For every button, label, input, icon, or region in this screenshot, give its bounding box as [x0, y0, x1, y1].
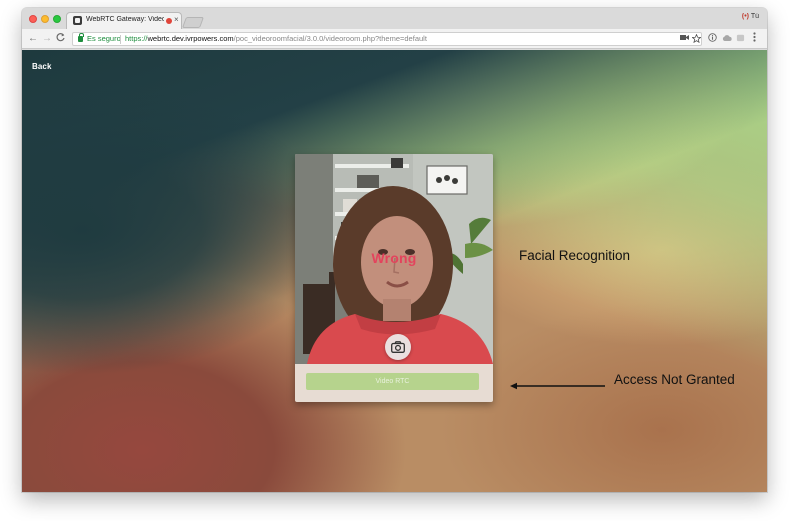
- camera-icon: [391, 341, 405, 353]
- tab-strip: WebRTC Gateway: Video Ro × (•) Tú: [22, 8, 767, 29]
- browser-tab[interactable]: WebRTC Gateway: Video Ro ×: [66, 12, 182, 29]
- profile-name: Tú: [750, 13, 759, 20]
- minimize-window-button[interactable]: [41, 15, 49, 23]
- url-scheme: https://: [125, 34, 148, 43]
- page-favicon-icon: [73, 16, 82, 25]
- tab-close-icon[interactable]: ×: [174, 15, 179, 25]
- profile-icon: (•): [741, 13, 749, 20]
- star-icon[interactable]: [691, 33, 702, 45]
- info-extension-icon[interactable]: [708, 32, 717, 46]
- new-tab-button[interactable]: [181, 17, 205, 28]
- url-path: /poc_videoroomfacial/3.0.0/videoroom.php…: [233, 34, 427, 43]
- url-text[interactable]: https://webrtc.dev.ivrpowers.com/poc_vid…: [125, 34, 427, 43]
- video-card: Wrong Video RTC: [295, 154, 493, 402]
- arrow-left-icon: [510, 382, 605, 390]
- cloud-extension-icon[interactable]: [722, 32, 732, 46]
- url-separator: [120, 35, 121, 44]
- lock-icon[interactable]: [78, 33, 84, 42]
- facial-recognition-label: Facial Recognition: [519, 248, 631, 263]
- access-not-granted-label: Access Not Granted: [614, 372, 735, 387]
- zoom-window-button[interactable]: [53, 15, 61, 23]
- capture-button[interactable]: [385, 334, 411, 360]
- close-window-button[interactable]: [29, 15, 37, 23]
- back-link[interactable]: Back: [32, 62, 52, 71]
- extension-icon[interactable]: [736, 32, 745, 46]
- video-rtc-button[interactable]: Video RTC: [306, 373, 479, 390]
- browser-toolbar: ← → Es seguro https://webrtc.dev.ivrpowe…: [22, 29, 767, 49]
- back-arrow-icon[interactable]: ←: [28, 32, 38, 46]
- url-host: webrtc.dev.ivrpowers.com: [147, 34, 234, 43]
- secure-label[interactable]: Es seguro: [87, 34, 121, 43]
- address-bar[interactable]: Es seguro https://webrtc.dev.ivrpowers.c…: [72, 32, 702, 46]
- reload-icon[interactable]: [56, 32, 65, 47]
- profile-button[interactable]: (•) Tú: [742, 13, 759, 20]
- recording-indicator-icon: [166, 18, 172, 24]
- browser-window: WebRTC Gateway: Video Ro × (•) Tú ← → Es…: [22, 8, 767, 492]
- menu-icon[interactable]: [753, 32, 756, 46]
- recognition-status: Wrong: [371, 250, 417, 266]
- webcam-video: Wrong: [295, 154, 493, 364]
- forward-arrow-icon[interactable]: →: [42, 32, 52, 46]
- tab-title: WebRTC Gateway: Video Ro: [86, 16, 164, 23]
- video-camera-icon[interactable]: [680, 34, 689, 43]
- page-viewport: Back Wrong Video RTC Facial Recognition …: [22, 50, 767, 492]
